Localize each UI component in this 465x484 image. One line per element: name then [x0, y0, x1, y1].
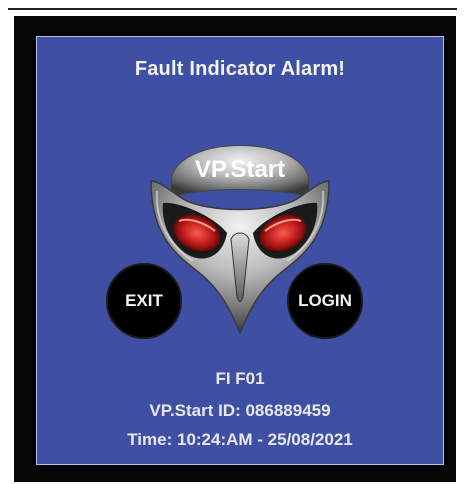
fault-code: FI F01 [215, 369, 265, 388]
login-button[interactable]: LOGIN [287, 263, 363, 339]
alarm-panel: Fault Indicator Alarm! VP.Start EXIT LOG… [36, 36, 444, 465]
logo-text: VP.Start [195, 156, 285, 183]
device-id: VP.Start ID: 086889459 [149, 401, 331, 420]
alarm-timestamp: Time: 10:24:AM - 25/08/2021 [127, 430, 353, 449]
alarm-title: Fault Indicator Alarm! [134, 58, 346, 80]
top-divider [8, 8, 457, 10]
exit-button[interactable]: EXIT [106, 263, 182, 339]
